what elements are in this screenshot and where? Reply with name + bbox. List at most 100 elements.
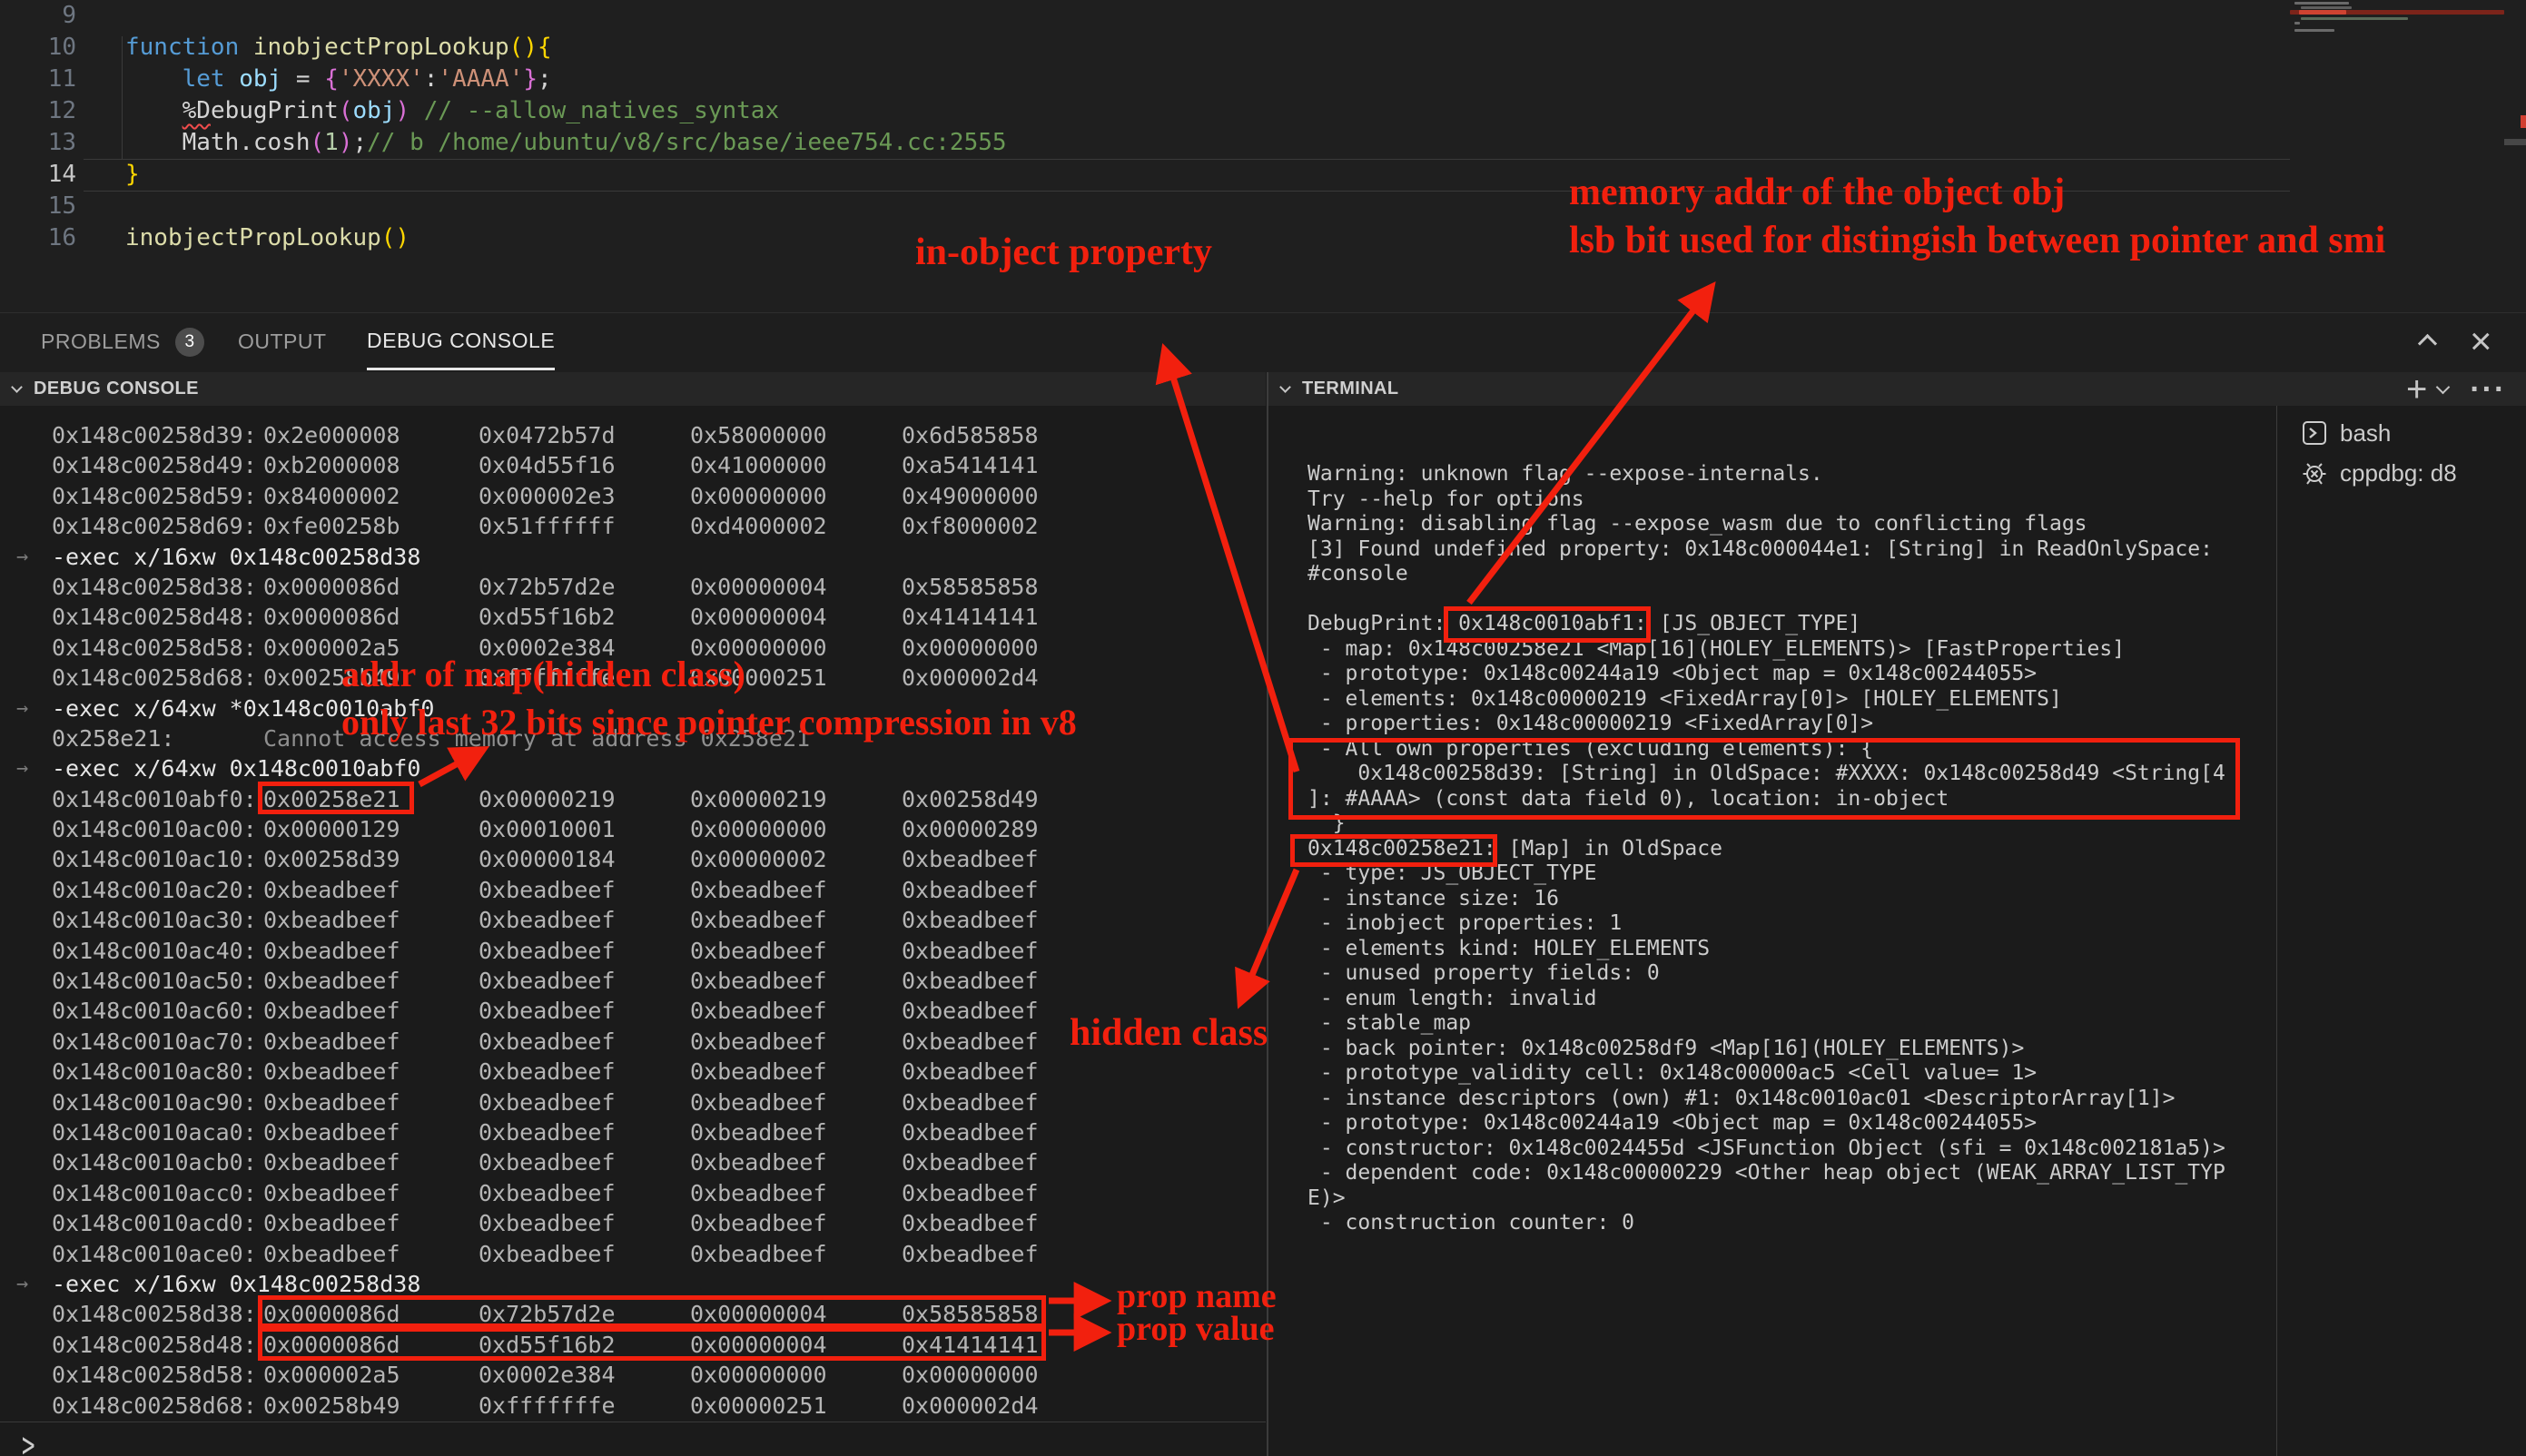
code-text: let obj = {'XXXX':'AAAA'};	[125, 64, 552, 95]
memory-dump-row: 0x148c0010ac20:0xbeadbeef0xbeadbeef0xbea…	[0, 875, 1266, 905]
debug-console-header[interactable]: DEBUG CONSOLE	[0, 372, 1266, 406]
maximize-panel-icon[interactable]	[2418, 334, 2437, 353]
code-editor[interactable]: 910function inobjectPropLookup(){11 let …	[0, 0, 2526, 312]
value-cell: 0x000002e3	[479, 481, 690, 511]
memory-dump-row: 0x148c0010abf0:0x00258e210x000002190x000…	[0, 784, 1266, 814]
tab-debug-console[interactable]: DEBUG CONSOLE	[367, 313, 555, 370]
current-line-border	[84, 159, 2290, 160]
terminal-line: - enum length: invalid	[1307, 987, 2225, 1012]
terminal-line: - elements kind: HOLEY_ELEMENTS	[1307, 937, 2225, 962]
address-cell: 0x148c0010ace0:	[52, 1239, 263, 1269]
terminal-tab-label: bash	[2340, 419, 2391, 448]
code-text: }	[125, 159, 140, 191]
code-line[interactable]: 12 %DebugPrint(obj) // --allow_natives_s…	[0, 95, 2526, 127]
memory-dump-row: 0x148c0010acd0:0xbeadbeef0xbeadbeef0xbea…	[0, 1208, 1266, 1238]
address-cell: 0x148c00258d38:	[52, 572, 263, 602]
address-cell: 0x148c0010acd0:	[52, 1208, 263, 1238]
code-line[interactable]: 10function inobjectPropLookup(){	[0, 32, 2526, 64]
memory-dump-row: 0x148c00258d49:0xb20000080x04d55f160x410…	[0, 450, 1266, 480]
value-cell: 0xbeadbeef	[690, 1147, 902, 1177]
value-cell: 0xbeadbeef	[263, 905, 479, 935]
value-cell: 0xd4000002	[690, 511, 902, 541]
value-cell: 0xbeadbeef	[902, 1058, 1039, 1085]
line-number: 16	[0, 222, 76, 254]
tab-problems[interactable]: PROBLEMS 3	[41, 313, 204, 370]
minimap-line	[2294, 2, 2349, 5]
terminal-line: [3] Found undefined property: 0x148c0000…	[1307, 537, 2225, 563]
line-number: 11	[0, 64, 76, 95]
debug-console-output[interactable]: 0x148c00258d39:0x2e0000080x0472b57d0x580…	[0, 406, 1266, 1421]
code-line[interactable]: 11 let obj = {'XXXX':'AAAA'};	[0, 64, 2526, 95]
value-cell: 0x72b57d2e	[479, 572, 690, 602]
address-cell: 0x148c00258d68:	[52, 1391, 263, 1421]
close-panel-icon[interactable]: ×	[2470, 322, 2492, 360]
terminal-picker-chevron-icon[interactable]	[2436, 380, 2451, 395]
value-cell: 0xbeadbeef	[263, 875, 479, 905]
minimap-line	[2294, 29, 2334, 32]
terminal-line: - inobject properties: 1	[1307, 911, 2225, 937]
value-cell: 0xbeadbeef	[263, 936, 479, 966]
memory-dump-row: 0x148c0010ac50:0xbeadbeef0xbeadbeef0xbea…	[0, 966, 1266, 996]
debug-console-input[interactable]: >	[22, 1425, 35, 1456]
value-cell: 0x51ffffff	[479, 511, 690, 541]
address-cell: 0x148c00258d49:	[52, 450, 263, 480]
value-cell: 0xbeadbeef	[479, 1147, 690, 1177]
code-text: inobjectPropLookup()	[125, 222, 409, 254]
value-cell: 0x000002d4	[902, 1392, 1039, 1419]
code-text: Math.cosh(1);// b /home/ubuntu/v8/src/ba…	[125, 127, 1007, 159]
address-cell: 0x148c00258d39:	[52, 420, 263, 450]
memory-dump-row: 0x148c00258d59:0x840000020x000002e30x000…	[0, 481, 1266, 511]
terminal-tab-bash[interactable]: bash	[2278, 413, 2526, 453]
value-cell: 0xbeadbeef	[902, 1241, 1039, 1267]
vscode-window: 910function inobjectPropLookup(){11 let …	[0, 0, 2526, 1456]
terminal-line: - instance size: 16	[1307, 887, 2225, 912]
value-cell: 0xbeadbeef	[690, 1057, 902, 1087]
address-cell: 0x148c00258d69:	[52, 511, 263, 541]
terminal-line: - prototype: 0x148c00244a19 <Object map …	[1307, 1111, 2225, 1136]
terminal-line: - back pointer: 0x148c00258df9 <Map[16](…	[1307, 1037, 2225, 1062]
value-cell: 0x41000000	[690, 450, 902, 480]
value-cell: 0x00000219	[690, 784, 902, 814]
terminal-line: - instance descriptors (own) #1: 0x148c0…	[1307, 1087, 2225, 1112]
tab-label: OUTPUT	[238, 313, 327, 370]
address-cell: 0x148c0010ac70:	[52, 1027, 263, 1057]
value-cell: 0xbeadbeef	[479, 875, 690, 905]
exec-command-row: →-exec x/64xw 0x148c0010abf0	[0, 753, 1266, 783]
tab-output[interactable]: OUTPUT	[238, 313, 327, 370]
value-cell: 0xbeadbeef	[263, 1117, 479, 1147]
code-line[interactable]: 13 Math.cosh(1);// b /home/ubuntu/v8/src…	[0, 127, 2526, 159]
more-actions-icon[interactable]: ···	[2470, 374, 2506, 405]
new-terminal-icon[interactable]: +	[2406, 371, 2427, 408]
value-cell: 0x00000000	[690, 814, 902, 844]
address-cell: 0x148c00258d48:	[52, 1330, 263, 1360]
terminal-line: - prototype: 0x148c00244a19 <Object map …	[1307, 662, 2225, 687]
value-cell: 0x04d55f16	[479, 450, 690, 480]
code-line[interactable]: 9	[0, 0, 2526, 32]
minimap-line	[2294, 22, 2300, 25]
memory-dump-row: 0x148c0010acc0:0xbeadbeef0xbeadbeef0xbea…	[0, 1178, 1266, 1208]
terminal-header[interactable]: TERMINAL	[1268, 372, 2526, 406]
address-cell: 0x148c0010ac90:	[52, 1087, 263, 1117]
minimap[interactable]	[2290, 0, 2504, 64]
address-cell: 0x148c00258d38:	[52, 1299, 263, 1329]
annotation-box-prop-value-row	[258, 1327, 1046, 1361]
value-cell: 0xbeadbeef	[690, 1178, 902, 1208]
value-cell: 0xbeadbeef	[479, 1087, 690, 1117]
value-cell: 0xbeadbeef	[263, 1057, 479, 1087]
terminal-tab-cppdbg[interactable]: cppdbg: d8	[2278, 453, 2526, 493]
annotation-in-object-property: in-object property	[915, 231, 1212, 274]
value-cell: 0xbeadbeef	[902, 968, 1039, 994]
annotation-prop-value: prop value	[1117, 1309, 1275, 1349]
value-cell: 0x84000002	[263, 481, 479, 511]
code-text: function inobjectPropLookup(){	[125, 32, 552, 64]
value-cell: 0x0002e384	[479, 1360, 690, 1390]
address-cell: 0x148c00258d58:	[52, 1360, 263, 1390]
annotation-box-prop-name-row	[258, 1295, 1046, 1328]
value-cell: 0xbeadbeef	[263, 1178, 479, 1208]
value-cell: 0xbeadbeef	[479, 996, 690, 1026]
debug-icon	[2302, 460, 2327, 486]
minimap-line	[2301, 6, 2352, 9]
memory-dump-row: 0x148c0010ace0:0xbeadbeef0xbeadbeef0xbea…	[0, 1239, 1266, 1269]
editor-scrollbar[interactable]	[2504, 139, 2526, 145]
terminal-line: - properties: 0x148c00000219 <FixedArray…	[1307, 712, 2225, 737]
